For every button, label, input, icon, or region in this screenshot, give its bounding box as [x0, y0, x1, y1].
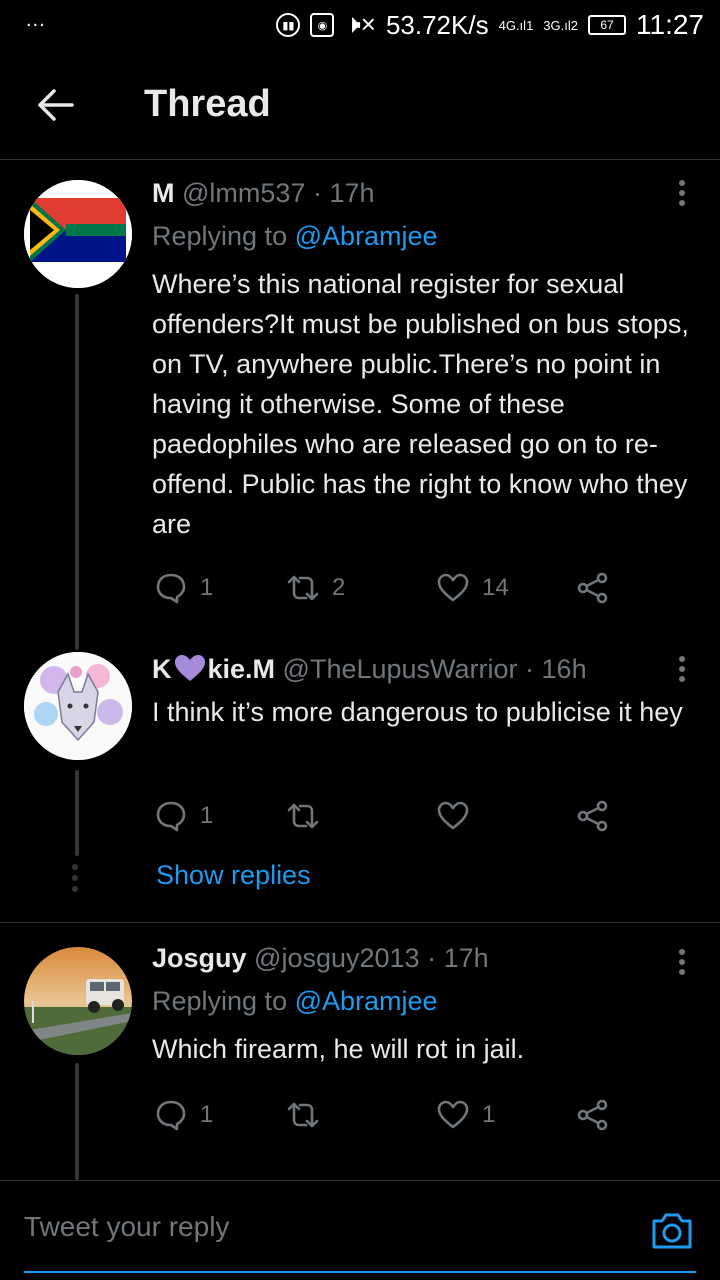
reply-button[interactable]: 1: [154, 566, 213, 610]
voicemail-icon: ▮▮: [276, 13, 301, 37]
thread-line: [75, 294, 79, 650]
share-icon: [577, 572, 608, 604]
tweet-text: Where’s this national register for sexua…: [152, 269, 689, 539]
like-button[interactable]: 1: [436, 1093, 495, 1137]
battery-icon: 67: [588, 15, 626, 35]
share-icon: [577, 800, 608, 832]
car-photo-icon: [24, 947, 132, 1055]
share-button[interactable]: [576, 794, 610, 838]
more-options-icon[interactable]: [678, 656, 686, 682]
thread-line: [75, 770, 79, 856]
mention-link[interactable]: @Abramjee: [295, 986, 438, 1016]
tweet-meta: M @lmm537 · 17h: [152, 176, 700, 210]
heart-icon: [437, 573, 469, 602]
tweet-text: Which firearm, he will rot in jail.: [152, 1034, 525, 1064]
retweet-button[interactable]: 2: [286, 566, 345, 610]
user-handle: @lmm537: [182, 178, 306, 208]
clock: 11:27: [636, 9, 704, 40]
retweet-count: 2: [332, 574, 346, 601]
tweet-3[interactable]: Josguy @josguy2013 · 17h Replying to @Ab…: [0, 923, 720, 1180]
network-speed: 53.72K/s: [385, 9, 489, 40]
app-header: Thread: [0, 50, 720, 160]
like-count: 1: [482, 1101, 496, 1128]
user-name[interactable]: Kkie.M: [152, 654, 275, 684]
status-bar: ... ▮▮ ◉ 🕨× 53.72K/s 4G.ıl1 3G.ıl2 67 11…: [0, 0, 720, 50]
share-button[interactable]: [576, 566, 610, 610]
share-button[interactable]: [576, 1093, 610, 1137]
more-options-icon[interactable]: [678, 949, 686, 975]
reply-underline: [24, 1271, 696, 1273]
reply-bar: Tweet your reply: [0, 1180, 720, 1280]
replying-to: Replying to @Abramjee: [152, 986, 438, 1016]
like-button[interactable]: [436, 794, 482, 838]
thread-continuation-dots: [72, 864, 78, 892]
reply-input[interactable]: Tweet your reply: [24, 1211, 229, 1243]
tweet-meta: Kkie.M @TheLupusWarrior · 16h: [152, 652, 700, 686]
camera-icon[interactable]: [650, 1211, 694, 1251]
tweet-2[interactable]: Kkie.M @TheLupusWarrior · 16h I think it…: [0, 650, 720, 920]
reply-count: 1: [200, 802, 214, 829]
signal-3g-icon: 3G.ıl2: [543, 17, 578, 33]
share-icon: [577, 1099, 608, 1131]
more-options-icon[interactable]: [678, 180, 686, 206]
retweet-icon: [287, 1102, 319, 1128]
tweet-time: · 16h: [525, 654, 587, 684]
retweet-icon: [287, 803, 319, 829]
back-arrow-icon[interactable]: [0, 50, 112, 160]
replying-to: Replying to @Abramjee: [152, 221, 438, 251]
reply-count: 1: [200, 1101, 214, 1128]
retweet-icon: [287, 575, 319, 601]
tweet-actions: 1 1: [152, 1093, 672, 1137]
nfc-icon: ◉: [310, 13, 335, 37]
tweet-1[interactable]: M @lmm537 · 17h Replying to @Abramjee Wh…: [0, 160, 720, 650]
tweet-time: · 17h: [427, 943, 489, 973]
user-handle: @josguy2013: [254, 943, 420, 973]
retweet-button[interactable]: [286, 794, 332, 838]
avatar[interactable]: [24, 180, 132, 288]
user-handle: @TheLupusWarrior: [282, 654, 518, 684]
notification-dots: ...: [26, 8, 46, 31]
user-name[interactable]: M: [152, 178, 175, 208]
tweet-meta: Josguy @josguy2013 · 17h: [152, 941, 700, 975]
user-name[interactable]: Josguy: [152, 943, 247, 973]
tweet-actions: 1: [152, 794, 672, 838]
reply-icon: [156, 801, 186, 832]
retweet-button[interactable]: [286, 1093, 332, 1137]
mention-link[interactable]: @Abramjee: [295, 221, 438, 251]
reply-button[interactable]: 1: [154, 794, 213, 838]
like-button[interactable]: 14: [436, 566, 509, 610]
reply-button[interactable]: 1: [154, 1093, 213, 1137]
avatar[interactable]: [24, 652, 132, 760]
show-replies-link[interactable]: Show replies: [156, 860, 311, 891]
reply-icon: [156, 573, 186, 604]
page-title: Thread: [144, 83, 271, 125]
mute-icon: 🕨×: [344, 9, 376, 39]
heart-icon: [437, 1100, 469, 1129]
reply-count: 1: [200, 574, 214, 601]
reply-icon: [156, 1100, 186, 1131]
signal-4g-icon: 4G.ıl1: [498, 17, 534, 33]
heart-icon: [437, 801, 469, 830]
purple-heart-icon: [174, 655, 205, 681]
thread-line: [75, 1063, 79, 1180]
tweet-actions: 1 2 14: [152, 566, 672, 610]
like-count: 14: [482, 574, 509, 601]
avatar[interactable]: [24, 947, 132, 1055]
tweet-time: · 17h: [312, 178, 375, 208]
south-africa-flag-icon: [24, 180, 132, 288]
wolf-art-icon: [24, 652, 132, 760]
tweet-text: I think it’s more dangerous to publicise…: [152, 697, 683, 727]
